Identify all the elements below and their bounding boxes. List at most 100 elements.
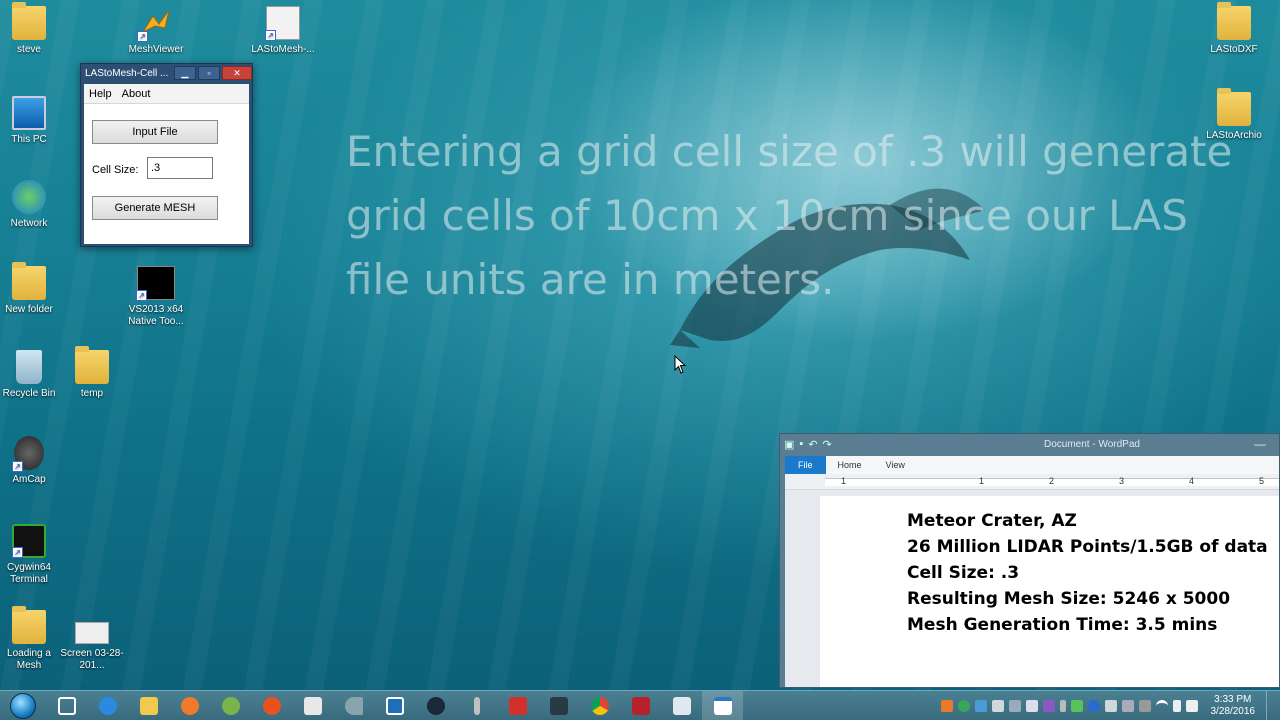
desktop-icon-this-pc[interactable]: This PC bbox=[0, 96, 61, 146]
ruler-number: 5 bbox=[1259, 476, 1265, 486]
app-window-icon bbox=[672, 696, 691, 715]
tab-view[interactable]: View bbox=[874, 460, 917, 470]
desktop-icon-steve[interactable]: steve bbox=[0, 2, 61, 56]
tray-icon-printer[interactable] bbox=[991, 699, 1004, 712]
desktop-icon-loading-a-mesh[interactable]: Loading a Mesh bbox=[0, 606, 61, 672]
taskbar-app-orange[interactable] bbox=[169, 691, 210, 720]
tray-icon-box[interactable] bbox=[1104, 699, 1117, 712]
close-button[interactable]: ✕ bbox=[222, 66, 252, 80]
desktop-icon-lastomesh[interactable]: ↗ LAStoMesh-... bbox=[251, 6, 315, 56]
tray-icon-shield[interactable] bbox=[1008, 699, 1021, 712]
notifications-icon[interactable] bbox=[1185, 699, 1198, 712]
desktop-icon-amcap[interactable]: ↗ AmCap bbox=[0, 436, 61, 486]
volume-icon[interactable] bbox=[1172, 699, 1181, 712]
window-titlebar[interactable]: LAStoMesh-Cell ... ▁ ▫ ✕ bbox=[81, 64, 252, 82]
input-file-button[interactable]: Input File bbox=[92, 120, 218, 144]
tray-icon-network-small[interactable] bbox=[1121, 699, 1134, 712]
bluetooth-icon[interactable] bbox=[1087, 699, 1100, 712]
overlay-caption: Entering a grid cell size of .3 will gen… bbox=[346, 127, 1233, 304]
taskbar-app-fox[interactable] bbox=[497, 691, 538, 720]
desktop-icon-new-folder[interactable]: New folder bbox=[0, 262, 61, 316]
cell-size-input[interactable]: .3 bbox=[147, 157, 213, 179]
taskbar-app-tool[interactable] bbox=[456, 691, 497, 720]
taskbar-app-grapes[interactable] bbox=[210, 691, 251, 720]
tab-home[interactable]: Home bbox=[826, 460, 874, 470]
taskbar-steam[interactable] bbox=[415, 691, 456, 720]
tray-icon-blue[interactable] bbox=[974, 699, 987, 712]
minimize-button[interactable]: ▁ bbox=[174, 66, 196, 80]
folder-icon bbox=[12, 606, 46, 644]
menu-bar: Help About bbox=[84, 84, 249, 104]
tray-icon-window[interactable] bbox=[1025, 699, 1038, 712]
desktop-icon-network[interactable]: Network bbox=[0, 180, 61, 230]
cell-size-label: Cell Size: bbox=[92, 164, 139, 176]
desktop-icon-screen[interactable]: Screen 03-28-201... bbox=[60, 622, 124, 672]
wordpad-title: Document - WordPad bbox=[1044, 438, 1140, 450]
ruler-number: 2 bbox=[1049, 476, 1055, 486]
tray-icon-purple[interactable] bbox=[1042, 699, 1055, 712]
tray-icon-orange[interactable] bbox=[940, 699, 953, 712]
tool-icon bbox=[473, 696, 480, 715]
document-page[interactable]: Meteor Crater, AZ 26 Million LIDAR Point… bbox=[820, 496, 1279, 687]
menu-help[interactable]: Help bbox=[84, 88, 117, 100]
blue-app-icon bbox=[385, 696, 404, 715]
tray-icon-power[interactable] bbox=[1138, 699, 1151, 712]
taskbar-app-dark[interactable] bbox=[538, 691, 579, 720]
taskbar-wordpad[interactable] bbox=[702, 690, 743, 720]
lastomesh-window: LAStoMesh-Cell ... ▁ ▫ ✕ Help About Inpu… bbox=[80, 63, 253, 247]
desktop-icon-meshviewer[interactable]: ↗ MeshViewer bbox=[124, 6, 188, 56]
taskbar-chrome[interactable] bbox=[579, 691, 620, 720]
generate-mesh-button[interactable]: Generate MESH bbox=[92, 196, 218, 220]
wifi-icon[interactable] bbox=[1155, 699, 1168, 712]
document-line: Cell Size: .3 bbox=[907, 563, 1020, 583]
save-icon[interactable]: ▪ bbox=[799, 438, 803, 450]
folder-icon bbox=[12, 262, 46, 300]
show-desktop-button[interactable] bbox=[1266, 690, 1274, 720]
taskbar-app-notepad[interactable] bbox=[292, 691, 333, 720]
wordpad-titlebar[interactable]: ▣ ▪ ↶ ↷ Document - WordPad — bbox=[780, 434, 1279, 454]
orange-circle-icon bbox=[180, 696, 199, 715]
desktop-icon-cygwin[interactable]: ↗ Cygwin64 Terminal bbox=[0, 524, 61, 586]
windows-orb-icon bbox=[10, 692, 36, 719]
notepad-icon bbox=[303, 696, 322, 715]
task-view-icon bbox=[57, 696, 76, 715]
taskbar-app-blue[interactable] bbox=[374, 691, 415, 720]
wordpad-app-icon[interactable]: ▣ bbox=[784, 438, 794, 451]
undo-icon[interactable]: ↶ bbox=[808, 438, 817, 451]
document-line: Meteor Crater, AZ bbox=[907, 511, 1077, 531]
desktop-icon-lastodxf[interactable]: LAStoDXF bbox=[1202, 2, 1266, 56]
folder-icon bbox=[1217, 2, 1251, 40]
redo-icon[interactable]: ↷ bbox=[823, 438, 832, 451]
tray-icon-battery[interactable] bbox=[1059, 699, 1066, 712]
g-app-icon bbox=[631, 696, 650, 715]
tray-icon-green2[interactable] bbox=[1070, 699, 1083, 712]
desktop-icon-lastoarchio[interactable]: LAStoArchio bbox=[1202, 88, 1266, 142]
folder-icon bbox=[1217, 88, 1251, 126]
taskbar-edge[interactable] bbox=[87, 691, 128, 720]
document-line: 26 Million LIDAR Points/1.5GB of data bbox=[907, 537, 1268, 557]
tab-file[interactable]: File bbox=[785, 456, 826, 474]
clock-time: 3:33 PM bbox=[1214, 693, 1252, 705]
fish-icon bbox=[344, 696, 363, 715]
tray-icon-green[interactable] bbox=[957, 699, 970, 712]
wordpad-icon bbox=[713, 696, 732, 715]
start-button[interactable] bbox=[0, 691, 46, 720]
ruler[interactable]: 1 1 2 3 4 5 bbox=[785, 474, 1279, 490]
quick-access-toolbar: ▣ ▪ ↶ ↷ bbox=[784, 438, 1044, 451]
taskbar-explorer[interactable] bbox=[128, 691, 169, 720]
menu-about[interactable]: About bbox=[117, 88, 156, 100]
ruler-number: 1 bbox=[841, 476, 847, 486]
maximize-button[interactable]: ▫ bbox=[198, 66, 220, 80]
task-view-button[interactable] bbox=[46, 691, 87, 720]
taskbar-app-window[interactable] bbox=[661, 691, 702, 720]
taskbar-app-g[interactable] bbox=[620, 691, 661, 720]
folder-icon bbox=[75, 346, 109, 384]
desktop-icon-vs2013[interactable]: ↗ VS2013 x64 Native Too... bbox=[124, 266, 188, 328]
desktop-icon-recycle-bin[interactable]: Recycle Bin bbox=[0, 350, 61, 400]
wordpad-minimize-button[interactable]: — bbox=[1245, 437, 1275, 451]
desktop-icon-temp[interactable]: temp bbox=[60, 346, 124, 400]
taskbar-app-power[interactable] bbox=[251, 691, 292, 720]
clock[interactable]: 3:33 PM 3/28/2016 bbox=[1211, 694, 1256, 718]
console-icon: ↗ bbox=[136, 266, 175, 301]
taskbar-app-fish[interactable] bbox=[333, 691, 374, 720]
